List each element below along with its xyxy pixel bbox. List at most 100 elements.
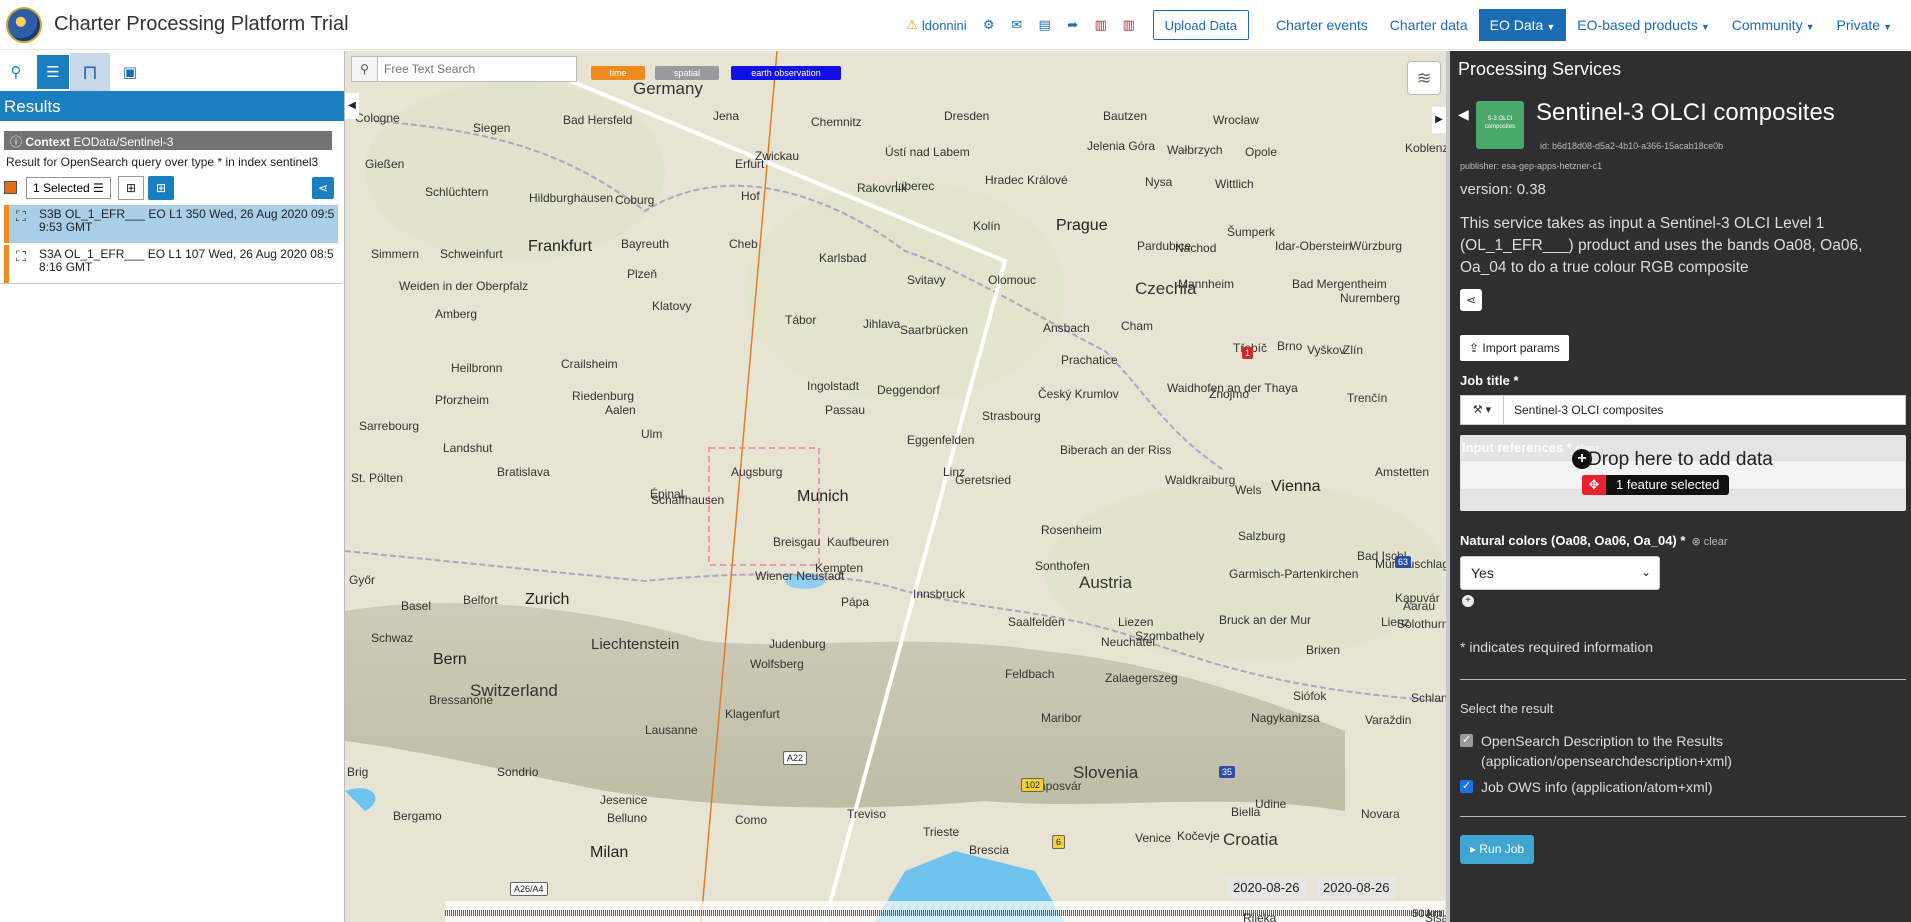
selected-label: 1 Selected: [33, 181, 90, 195]
timeline-slider[interactable]: [345, 892, 1446, 922]
input-references-dropzone[interactable]: Input references * clear + Drop here to …: [1460, 435, 1906, 511]
job-title-group: ⚒ ▾ Sentinel-3 OLCI composites: [1460, 395, 1906, 425]
map-label-city: Treviso: [847, 807, 886, 821]
nav-community[interactable]: Community ▼: [1721, 9, 1826, 41]
road-badge: 102: [1021, 778, 1045, 792]
add-basket-blue-button[interactable]: ⊞: [148, 176, 174, 200]
checkbox-ows[interactable]: ✓: [1460, 780, 1473, 793]
map-label-city: Amberg: [435, 307, 478, 321]
map-label-city: Saalfelden: [1008, 615, 1065, 629]
map-label-city: Weiden in der Oberpfalz: [399, 279, 529, 293]
map-label-city: Dresden: [944, 109, 990, 123]
top-navbar: Charter Processing Platform Trial ⚠ ldon…: [0, 0, 1911, 50]
share-icon[interactable]: ⋖: [312, 177, 334, 199]
eo-filter-chip[interactable]: earth observation: [731, 66, 841, 80]
nav-eo-based-products[interactable]: EO-based products ▼: [1566, 9, 1721, 41]
option-label2: (application/opensearchdescription+xml): [1481, 753, 1732, 769]
upload-data-button[interactable]: Upload Data: [1152, 10, 1249, 40]
context-label: Context: [25, 135, 71, 149]
clear-link[interactable]: ⊗ clear: [1691, 536, 1727, 548]
map-label-city: Kolín: [973, 219, 1001, 233]
map-label-city: Kočevje: [1177, 829, 1220, 843]
result-option-opensearch[interactable]: ✓ OpenSearch Description to the Results (…: [1460, 731, 1732, 771]
basket-tab-icon[interactable]: ⊓: [70, 53, 110, 91]
map-label-city: Passau: [825, 403, 866, 417]
map-label-city: Siófok: [1293, 689, 1327, 703]
red-book-2-icon[interactable]: ▥: [1122, 17, 1136, 33]
magic-wand-dropdown[interactable]: ⚒ ▾: [1460, 395, 1504, 425]
job-title-input[interactable]: Sentinel-3 OLCI composites: [1504, 395, 1906, 425]
map-label-city: Znojmo: [1209, 387, 1250, 401]
spatial-filter-chip[interactable]: spatial: [655, 66, 719, 80]
free-text-search-input[interactable]: [377, 56, 577, 82]
search-icon[interactable]: ⚲: [351, 56, 377, 82]
divider: [1460, 816, 1906, 817]
book-icon[interactable]: ▤: [1038, 17, 1052, 33]
run-job-button[interactable]: ▸ Run Job: [1460, 835, 1535, 864]
brand-title[interactable]: Charter Processing Platform Trial: [54, 13, 349, 36]
map-label-city: Jihlava: [863, 317, 901, 331]
envelope-icon[interactable]: ✉: [1010, 17, 1024, 33]
service-publisher: publisher: esa-gep-apps-hetzner-c1: [1460, 161, 1603, 171]
user-menu[interactable]: ⚠ ldonnini: [906, 17, 966, 33]
map-label-city: Bad Hersfeld: [563, 113, 633, 127]
add-to-basket-button[interactable]: ⊞: [118, 176, 144, 200]
play-icon: ▸: [1470, 842, 1480, 856]
nav-right: ⚠ ldonnini ⚙ ✉ ▤ ➦ ▥ ▥ Upload Data Chart…: [906, 9, 1903, 41]
select-all-checkbox[interactable]: [4, 181, 17, 194]
layers-icon[interactable]: ≋: [1407, 61, 1441, 95]
map-label-city: Prague: [1056, 217, 1108, 234]
map-label-city: Wolfsberg: [750, 657, 804, 671]
drop-hint: Drop here to add data: [1588, 449, 1773, 470]
map-label-country: Germany: [633, 79, 703, 98]
archive-tab-icon[interactable]: ▣: [114, 55, 146, 89]
query-text: Result for OpenSearch query over type * …: [6, 155, 319, 169]
map-label-city: Saarbrücken: [900, 323, 969, 337]
result-option-ows[interactable]: ✓ Job OWS info (application/atom+xml): [1460, 777, 1712, 797]
map-label-city: Biberach an der Riss: [1060, 443, 1172, 457]
selected-dropdown[interactable]: 1 Selected ☰: [26, 177, 111, 199]
sign-out-icon[interactable]: ➦: [1066, 17, 1080, 33]
map-label-city: Nysa: [1145, 175, 1173, 189]
map-label-city: Olomouc: [988, 273, 1037, 287]
map-label-city: Breisgau: [773, 535, 821, 549]
map-label-city: Zlín: [1343, 343, 1364, 357]
charter-logo[interactable]: [6, 7, 42, 43]
feature-selected-badge: ✥ 1 feature selected: [1582, 475, 1730, 495]
map-label-city: Pforzheim: [435, 393, 490, 407]
feature-selected-text: 1 feature selected: [1616, 477, 1720, 492]
map-label-city: Jelenia Góra: [1087, 139, 1156, 153]
list-tab-icon[interactable]: ☰: [37, 55, 69, 89]
gear-icon[interactable]: ⚙: [982, 17, 996, 33]
nav-eo-data[interactable]: EO Data ▼: [1478, 9, 1567, 41]
red-book-icon[interactable]: ▥: [1094, 17, 1108, 33]
nav-charter-data[interactable]: Charter data: [1379, 9, 1479, 41]
nav-charter-events[interactable]: Charter events: [1265, 9, 1379, 41]
results-heading: Results: [0, 91, 344, 121]
map-label-city: Coburg: [615, 193, 655, 207]
map-label-city: Šumperk: [1227, 225, 1276, 239]
map-label-city: Würzburg: [1350, 239, 1403, 253]
collapse-right-icon[interactable]: ▶: [1432, 107, 1446, 133]
add-icon[interactable]: +: [1462, 595, 1474, 607]
road-badge: 6: [1052, 835, 1066, 849]
map-label-city: Schlüchtern: [425, 185, 489, 199]
collapse-left-icon[interactable]: ◀: [345, 93, 359, 119]
nav-label: EO Data: [1489, 17, 1544, 33]
nav-private[interactable]: Private ▼: [1826, 9, 1904, 41]
map-label-city: Geretsried: [955, 473, 1012, 487]
share-icon[interactable]: ⋖: [1460, 289, 1482, 311]
time-filter-chip[interactable]: time: [591, 66, 645, 80]
back-caret-icon[interactable]: ◀: [1458, 106, 1469, 123]
map-search: ⚲: [351, 56, 577, 82]
map-label-city: Zurich: [525, 591, 570, 608]
natural-colors-select[interactable]: Yes ⌄: [1460, 556, 1660, 590]
search-tab-icon[interactable]: ⚲: [0, 55, 32, 89]
result-item[interactable]: ⛶ S3B OL_1_EFR___ EO L1 350 Wed, 26 Aug …: [4, 205, 338, 243]
checkbox-opensearch[interactable]: ✓: [1460, 734, 1473, 747]
import-label: Import params: [1482, 341, 1560, 355]
result-item[interactable]: ⛶ S3A OL_1_EFR___ EO L1 107 Wed, 26 Aug …: [4, 245, 338, 283]
map-view[interactable]: Germany Czechia Austria Switzerland Liec…: [344, 51, 1446, 922]
import-params-button[interactable]: ⇪ Import params: [1460, 335, 1569, 361]
map-label-city: Landshut: [443, 441, 493, 455]
